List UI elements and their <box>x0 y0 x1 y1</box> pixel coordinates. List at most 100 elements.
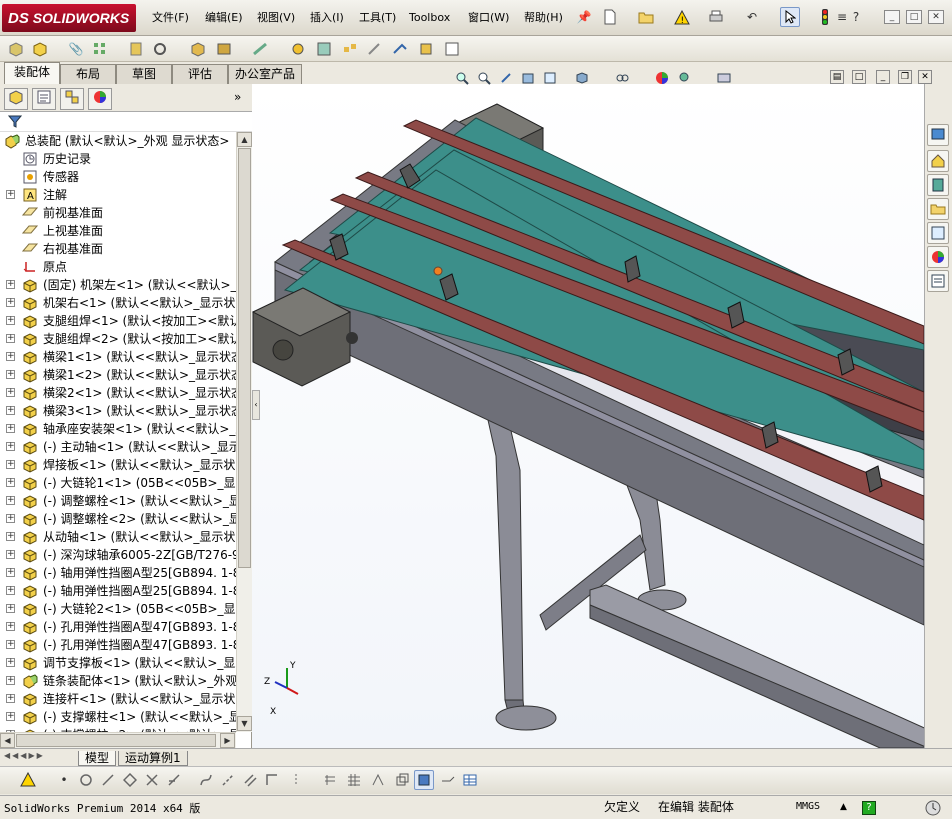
scroll-up-icon[interactable]: ▲ <box>237 132 252 147</box>
view-palette-icon[interactable] <box>927 222 949 244</box>
exploded-view-icon[interactable] <box>340 39 360 59</box>
select-pointer-icon[interactable] <box>780 7 800 27</box>
tab-sketch[interactable]: 草图 <box>116 64 172 84</box>
feature-manager-icon[interactable] <box>4 88 28 110</box>
viewport-minimize-icon[interactable]: _ <box>876 70 890 84</box>
menu-edit[interactable]: 编辑(E) <box>203 10 245 26</box>
pin-icon[interactable]: 📌 <box>574 7 594 27</box>
corner-rectangle-icon[interactable] <box>262 770 282 790</box>
rebuild-warning-icon[interactable]: ! <box>672 7 692 27</box>
explode-line-sketch-icon[interactable] <box>364 39 384 59</box>
tree-item[interactable]: + (-) 调整螺栓<1> (默认<<默认>_显示 <box>0 492 236 510</box>
scroll-right-icon[interactable]: ▶ <box>220 733 235 748</box>
table-icon[interactable] <box>460 770 480 790</box>
tree-item[interactable]: + (固定) 机架左<1> (默认<<默认>_显 <box>0 276 236 294</box>
expand-toggle-icon[interactable]: + <box>6 676 15 685</box>
edit-appearance-icon[interactable] <box>652 68 672 88</box>
view-orientation-icon[interactable] <box>572 68 592 88</box>
conveyor-model[interactable]: Y Z X <box>252 84 924 748</box>
tree-item[interactable]: 总装配 (默认<默认>_外观 显示状态> <box>0 132 236 150</box>
apply-scene-icon[interactable] <box>674 68 694 88</box>
expand-toggle-icon[interactable]: + <box>6 442 15 451</box>
panel-collapse-handle[interactable]: ‹ <box>252 390 260 420</box>
solidworks-resources-icon[interactable] <box>927 124 949 146</box>
tree-item[interactable]: + 调节支撑板<1> (默认<<默认>_显示状 <box>0 654 236 672</box>
viewport-close-icon[interactable]: ✕ <box>918 70 932 84</box>
instant3d-icon[interactable] <box>390 39 410 59</box>
previous-view-icon[interactable] <box>496 68 516 88</box>
menu-help[interactable]: 帮助(H) <box>522 10 565 26</box>
insert-component-icon[interactable] <box>6 39 26 59</box>
tree-item[interactable]: + (-) 调整螺栓<2> (默认<<默认>_显示 <box>0 510 236 528</box>
scroll-left-icon[interactable]: ◀ <box>0 733 15 748</box>
polygon-icon[interactable] <box>120 770 140 790</box>
3d-sketch-icon[interactable] <box>392 770 412 790</box>
move-component-icon[interactable] <box>150 39 170 59</box>
close-icon[interactable]: ✕ <box>928 10 944 24</box>
tab-scroll-arrows[interactable]: ◀◀◀▶▶ <box>4 751 74 765</box>
linear-pattern-icon[interactable] <box>90 39 110 59</box>
expand-toggle-icon[interactable]: + <box>6 514 15 523</box>
mate-icon[interactable]: 📎 <box>66 39 86 59</box>
tree-horizontal-scrollbar[interactable]: ◀ ▶ <box>0 732 236 748</box>
viewport-tile-icon[interactable]: ▤ <box>830 70 844 84</box>
print-icon[interactable] <box>706 7 726 27</box>
expand-toggle-icon[interactable]: + <box>6 424 15 433</box>
design-library-icon[interactable] <box>927 174 949 196</box>
tree-item[interactable]: + (-) 大链轮1<1> (05B<<05B>_显示状 <box>0 474 236 492</box>
update-speedpak-icon[interactable] <box>416 39 436 59</box>
expand-toggle-icon[interactable]: + <box>6 640 15 649</box>
property-manager-icon[interactable] <box>32 88 56 110</box>
expand-toggle-icon[interactable]: + <box>6 496 15 505</box>
graphics-area[interactable]: Y Z X ‹ <box>252 84 924 748</box>
help-question-icon[interactable]: ? <box>846 7 866 27</box>
smart-dimension-icon[interactable] <box>18 770 38 790</box>
move-entities-icon[interactable] <box>438 770 458 790</box>
tree-item[interactable]: + 链条装配体<1> (默认<默认>_外观 <box>0 672 236 690</box>
dynamic-annotation-icon[interactable] <box>540 68 560 88</box>
tree-item[interactable]: + (-) 孔用弹性挡圈A型47[GB893. 1-8 <box>0 618 236 636</box>
home-icon[interactable] <box>927 150 949 172</box>
tree-vertical-scrollbar[interactable]: ▲ ▼ <box>236 132 252 732</box>
restore-icon[interactable]: □ <box>906 10 922 24</box>
section-view-icon[interactable] <box>518 68 538 88</box>
tree-item[interactable]: + 横梁2<1> (默认<<默认>_显示状态 1 <box>0 384 236 402</box>
spline-icon[interactable] <box>196 770 216 790</box>
expand-toggle-icon[interactable]: + <box>6 334 15 343</box>
tree-item[interactable]: + 支腿组焊<2> (默认<按加工><默认> <box>0 330 236 348</box>
tree-item[interactable]: + (-) 轴用弹性挡圈A型25[GB894. 1-8 <box>0 582 236 600</box>
zoom-to-area-icon[interactable] <box>474 68 494 88</box>
tree-item[interactable]: 原点 <box>0 258 236 276</box>
tree-item[interactable]: 前视基准面 <box>0 204 236 222</box>
expand-toggle-icon[interactable]: + <box>6 370 15 379</box>
custom-properties-icon[interactable] <box>927 270 949 292</box>
linear-sketch-pattern-icon[interactable] <box>344 770 364 790</box>
shaded-sketch-icon[interactable] <box>414 770 434 790</box>
tree-item[interactable]: + (-) 孔用弹性挡圈A型47[GB893. 1-8 <box>0 636 236 654</box>
expand-toggle-icon[interactable]: + <box>6 316 15 325</box>
configuration-manager-icon[interactable] <box>60 88 84 110</box>
menu-insert[interactable]: 插入(I) <box>308 10 346 26</box>
filter-icon[interactable] <box>7 114 23 131</box>
quick-tips-icon[interactable]: ? <box>862 801 876 815</box>
sketch-fillet-icon[interactable] <box>368 770 388 790</box>
expand-toggle-icon[interactable]: + <box>6 298 15 307</box>
show-hidden-icon[interactable] <box>188 39 208 59</box>
scroll-thumb[interactable] <box>238 148 251 568</box>
expand-toggle-icon[interactable]: + <box>6 658 15 667</box>
tab-layout[interactable]: 布局 <box>60 64 116 84</box>
expand-toggle-icon[interactable]: + <box>6 460 15 469</box>
tree-item[interactable]: + (-) 轴用弹性挡圈A型25[GB894. 1-8 <box>0 564 236 582</box>
tab-motion-study-1[interactable]: 运动算例1 <box>118 751 188 766</box>
tree-item[interactable]: 上视基准面 <box>0 222 236 240</box>
point-icon[interactable]: • <box>54 770 74 790</box>
expand-toggle-icon[interactable]: + <box>6 568 15 577</box>
tree-item[interactable]: + 从动轴<1> (默认<<默认>_显示状态 <box>0 528 236 546</box>
new-part-icon[interactable] <box>30 39 50 59</box>
appearances-icon[interactable] <box>927 246 949 268</box>
expand-toggle-icon[interactable]: + <box>6 712 15 721</box>
mirror-icon[interactable] <box>286 770 306 790</box>
zoom-to-fit-icon[interactable] <box>452 68 472 88</box>
assembly-features-icon[interactable] <box>214 39 234 59</box>
units-dropdown-icon[interactable]: ▲ <box>840 802 847 812</box>
